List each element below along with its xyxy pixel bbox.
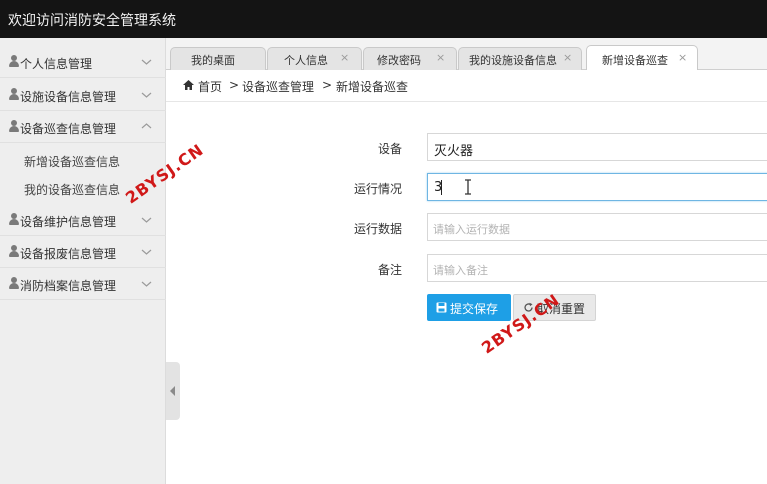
user-icon — [8, 55, 19, 68]
chevron-down-icon — [141, 59, 152, 65]
status-field[interactable]: 3 — [427, 173, 767, 201]
sidebar-item-archive-info[interactable]: 消防档案信息管理 — [0, 268, 166, 300]
submit-button[interactable]: 提交保存 — [427, 294, 511, 321]
top-bar: 欢迎访问消防安全管理系统 — [0, 0, 767, 38]
user-icon — [8, 245, 19, 258]
note-placeholder: 请输入备注 — [433, 264, 488, 277]
tab-personal-info[interactable]: 个人信息 × — [267, 47, 362, 70]
tab-my-desktop[interactable]: 我的桌面 — [170, 47, 266, 70]
user-icon — [8, 213, 19, 226]
sidebar-subitem-label: 我的设备巡查信息 — [24, 183, 121, 197]
sidebar: 个人信息管理 设施设备信息管理 设备巡查信息管理 新增设备巡查信息 我的设备巡查… — [0, 38, 166, 484]
sidebar-item-label: 设施设备信息管理 — [20, 90, 117, 104]
breadcrumb-current: 新增设备巡查 — [336, 80, 409, 94]
data-placeholder: 请输入运行数据 — [433, 223, 510, 236]
app-title: 欢迎访问消防安全管理系统 — [8, 13, 176, 29]
device-field[interactable]: 灭火器 — [427, 133, 767, 161]
tab-label: 个人信息 — [284, 54, 328, 67]
home-icon — [183, 80, 194, 90]
breadcrumb-separator: > — [322, 78, 333, 92]
chevron-down-icon — [141, 217, 152, 223]
tab-my-facility-info[interactable]: 我的设施设备信息 × — [458, 47, 582, 70]
chevron-down-icon — [141, 92, 152, 98]
tab-label: 新增设备巡查 — [602, 54, 668, 67]
save-icon — [436, 302, 447, 313]
data-label: 运行数据 — [354, 222, 403, 236]
sidebar-item-scrap-info[interactable]: 设备报废信息管理 — [0, 236, 166, 268]
sidebar-item-inspection-info[interactable]: 设备巡查信息管理 — [0, 111, 166, 143]
chevron-left-icon — [170, 386, 175, 396]
note-field[interactable]: 请输入备注 — [427, 254, 767, 282]
breadcrumb: 首页 > 设备巡查管理 > 新增设备巡查 — [166, 70, 767, 102]
sidebar-item-label: 个人信息管理 — [20, 57, 93, 71]
user-icon — [8, 277, 19, 290]
tab-change-password[interactable]: 修改密码 × — [363, 47, 457, 70]
sidebar-item-label: 设备巡查信息管理 — [20, 122, 117, 136]
tab-add-inspection[interactable]: 新增设备巡查 × — [586, 45, 698, 71]
user-icon — [8, 120, 19, 133]
breadcrumb-separator: > — [229, 78, 240, 92]
breadcrumb-home[interactable]: 首页 — [198, 78, 222, 95]
tab-label: 我的设施设备信息 — [469, 54, 557, 67]
device-label: 设备 — [378, 142, 403, 156]
text-caret — [441, 180, 442, 195]
sidebar-item-maintenance-info[interactable]: 设备维护信息管理 — [0, 204, 166, 236]
sidebar-item-label: 消防档案信息管理 — [20, 279, 117, 293]
tab-bar: 我的桌面 个人信息 × 修改密码 × 我的设施设备信息 × 新增设备巡查 × — [166, 38, 767, 71]
submit-button-label: 提交保存 — [450, 302, 499, 316]
note-label: 备注 — [378, 263, 403, 277]
data-field[interactable]: 请输入运行数据 — [427, 213, 767, 241]
device-value: 灭火器 — [434, 144, 474, 159]
sidebar-item-facility-info[interactable]: 设施设备信息管理 — [0, 79, 166, 111]
close-icon[interactable]: × — [436, 51, 445, 64]
sidebar-item-label: 设备维护信息管理 — [20, 215, 117, 229]
close-icon[interactable]: × — [340, 51, 349, 64]
sidebar-item-label: 设备报废信息管理 — [20, 247, 117, 261]
sidebar-collapse-handle[interactable] — [166, 362, 180, 420]
sidebar-item-personal-info[interactable]: 个人信息管理 — [0, 46, 166, 78]
chevron-down-icon — [141, 249, 152, 255]
tab-label: 我的桌面 — [191, 54, 235, 67]
status-label: 运行情况 — [354, 182, 403, 196]
breadcrumb-level1[interactable]: 设备巡查管理 — [242, 78, 314, 95]
sidebar-subitem-label: 新增设备巡查信息 — [24, 155, 121, 169]
close-icon[interactable]: × — [678, 51, 687, 64]
chevron-up-icon — [141, 123, 152, 129]
tab-label: 修改密码 — [377, 54, 421, 67]
chevron-down-icon — [141, 281, 152, 287]
sidebar-subitem-add-inspection[interactable]: 新增设备巡查信息 — [0, 146, 166, 174]
text-cursor-icon — [465, 179, 471, 195]
user-icon — [8, 88, 19, 101]
close-icon[interactable]: × — [563, 51, 572, 64]
